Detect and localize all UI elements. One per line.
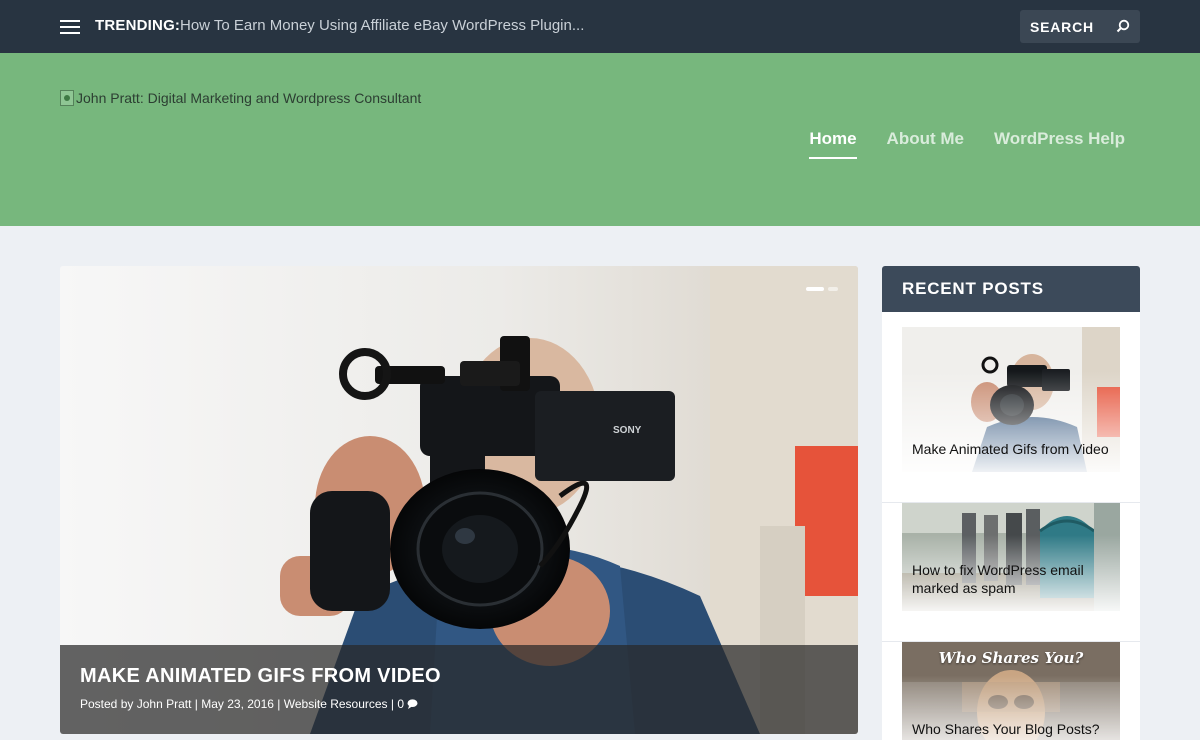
slider-dots (806, 287, 838, 291)
main-nav: Home About Me WordPress Help (809, 129, 1125, 159)
post-meta: Posted by John Pratt | May 23, 2016 | We… (80, 697, 838, 711)
site-header: John Pratt: Digital Marketing and Wordpr… (0, 53, 1200, 226)
comment-count: 0 (397, 697, 405, 711)
camera-brand-text: SONY (613, 425, 642, 436)
search-icon[interactable] (1116, 19, 1130, 33)
nav-about-me[interactable]: About Me (887, 129, 964, 159)
post-thumbnail[interactable]: Make Animated Gifs from Video (902, 327, 1120, 472)
category-link[interactable]: Website Resources (284, 697, 388, 711)
thumbnail-overlay-text: Who Shares You? (938, 649, 1084, 667)
search-box (1020, 10, 1140, 43)
nav-wordpress-help[interactable]: WordPress Help (994, 129, 1125, 159)
search-input[interactable] (1020, 10, 1112, 43)
menu-icon[interactable] (60, 19, 80, 35)
broken-image-icon (60, 90, 74, 106)
recent-post-item[interactable]: Make Animated Gifs from Video (902, 327, 1120, 472)
featured-slider[interactable]: SONY MAKE ANIMATED GIFS FROM VIDEO Poste… (60, 266, 858, 734)
widget-title: RECENT POSTS (902, 279, 1044, 298)
site-logo[interactable]: John Pratt: Digital Marketing and Wordpr… (60, 90, 421, 106)
comment-icon (407, 699, 418, 709)
top-bar: TRENDING: How To Earn Money Using Affili… (0, 0, 1200, 53)
recent-post-title[interactable]: Make Animated Gifs from Video (912, 440, 1112, 458)
recent-posts-widget: RECENT POSTS Make Animated Gifs from Vid… (882, 266, 1140, 740)
recent-post-item[interactable]: How to fix WordPress email marked as spa… (902, 503, 1120, 611)
recent-post-item[interactable]: Who Shares You? Who Shares Your Blog Pos… (902, 642, 1120, 740)
posted-by-label: Posted by (80, 697, 134, 711)
slider-dot[interactable] (828, 287, 838, 291)
trending-label: TRENDING: (95, 17, 181, 34)
post-thumbnail[interactable]: Who Shares You? Who Shares Your Blog Pos… (902, 642, 1120, 740)
nav-home[interactable]: Home (809, 129, 857, 159)
widget-header: RECENT POSTS (882, 266, 1140, 312)
featured-caption: MAKE ANIMATED GIFS FROM VIDEO Posted by … (60, 645, 858, 734)
post-date: May 23, 2016 (201, 697, 274, 711)
logo-alt-text: John Pratt: Digital Marketing and Wordpr… (76, 90, 422, 106)
comments-link[interactable]: 0 (397, 697, 418, 711)
recent-post-title[interactable]: How to fix WordPress email marked as spa… (912, 561, 1112, 597)
author-link[interactable]: John Pratt (137, 697, 192, 711)
featured-title[interactable]: MAKE ANIMATED GIFS FROM VIDEO (80, 665, 838, 688)
post-thumbnail[interactable]: How to fix WordPress email marked as spa… (902, 503, 1120, 611)
recent-post-title[interactable]: Who Shares Your Blog Posts? (912, 720, 1112, 738)
slider-dot-active[interactable] (806, 287, 824, 291)
trending-link[interactable]: How To Earn Money Using Affiliate eBay W… (180, 17, 584, 34)
